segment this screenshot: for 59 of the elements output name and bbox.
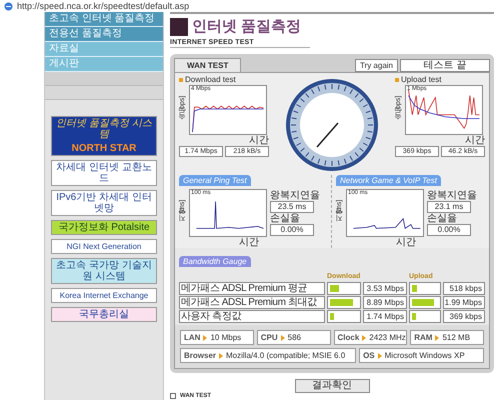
- bullet-icon: [395, 78, 399, 82]
- arrow-icon: [219, 352, 224, 358]
- info-label: Clock: [338, 332, 360, 344]
- info-value: 512 MB: [442, 332, 470, 344]
- wan-test-tab[interactable]: WAN TEST: [174, 58, 242, 72]
- info-value: Mozilla/4.0 (compatible; MSIE 6.0: [226, 350, 346, 362]
- loss-field: 0.00%: [427, 224, 471, 236]
- info-value: 10 Mbps: [210, 332, 242, 344]
- arrow-icon: [280, 334, 285, 340]
- info-value: 2423 MHz: [369, 332, 406, 344]
- speed-value: 1.99 Mbps: [443, 296, 485, 309]
- field-label: 왕복지연율: [270, 190, 320, 200]
- field-label: 왕복지연율: [427, 190, 477, 200]
- info-value: 586: [288, 332, 301, 344]
- banner[interactable]: 인터넷 품질측정 시스템 NORTH STAR: [51, 116, 157, 156]
- speed-value: 518 kbps: [443, 282, 485, 295]
- info-label: CPU: [260, 332, 278, 344]
- banner[interactable]: NGI Next Generation: [51, 239, 157, 254]
- page-title: 인터넷 품질측정: [192, 17, 302, 37]
- field-label: 손실율: [427, 212, 458, 224]
- banner[interactable]: Korea Internet Exchange: [51, 288, 157, 303]
- axis-label: 시간: [239, 236, 259, 248]
- axis-label: 시간: [249, 134, 269, 146]
- arrow-icon: [435, 334, 440, 340]
- logo-picture: [170, 18, 188, 36]
- field-label: 손실율: [270, 212, 301, 224]
- arrow-icon: [378, 352, 382, 358]
- speed-value: 8.89 Mbps: [363, 296, 407, 309]
- axis-label: 시간: [396, 236, 416, 248]
- test-label: Download test: [185, 74, 236, 84]
- info-label: RAM: [414, 332, 432, 344]
- banner[interactable]: 국무총리실: [51, 307, 157, 322]
- delay-field: 23.5 ms: [270, 200, 314, 212]
- banner[interactable]: IPv6기반 차세대 인터넷망: [51, 190, 157, 216]
- axis-label: 시간: [465, 134, 485, 146]
- arrow-icon: [203, 334, 208, 340]
- banner[interactable]: 차세대 인터넷 교환노드: [51, 160, 157, 186]
- speed-value: 369 kbps: [443, 310, 485, 323]
- test-label: Upload test: [401, 74, 442, 84]
- info-value: Microsoft Windows XP: [384, 350, 465, 362]
- url-text: http://speed.nca.or.kr/speedtest/default.asp: [17, 2, 190, 10]
- banner[interactable]: 초고속 국가망 기술지원 시스템: [51, 258, 157, 284]
- info-label: OS: [363, 350, 375, 362]
- bullet-icon: [179, 78, 183, 82]
- result-button[interactable]: 결과확인: [294, 379, 370, 393]
- speed-value: 1.74 Mbps: [363, 310, 407, 323]
- loss-field: 0.00%: [270, 224, 314, 236]
- arrow-icon: [362, 334, 366, 340]
- row-label: 메가패스 ADSL Premium 최대값: [179, 296, 325, 309]
- delay-field: 23.1 ms: [427, 200, 471, 212]
- speed-value: 3.53 Mbps: [363, 282, 407, 295]
- banner[interactable]: 국가정보화 Potalsite: [51, 220, 157, 235]
- try-again-button[interactable]: Try again: [354, 58, 398, 72]
- info-label: LAN: [184, 332, 200, 344]
- info-label: Browser: [184, 350, 216, 362]
- square-icon: [170, 393, 176, 399]
- row-label: 메가패스 ADSL Premium 평균: [179, 282, 325, 295]
- status-field: 테스트 끝: [400, 58, 490, 72]
- row-label: 사용자 측정값: [179, 310, 325, 323]
